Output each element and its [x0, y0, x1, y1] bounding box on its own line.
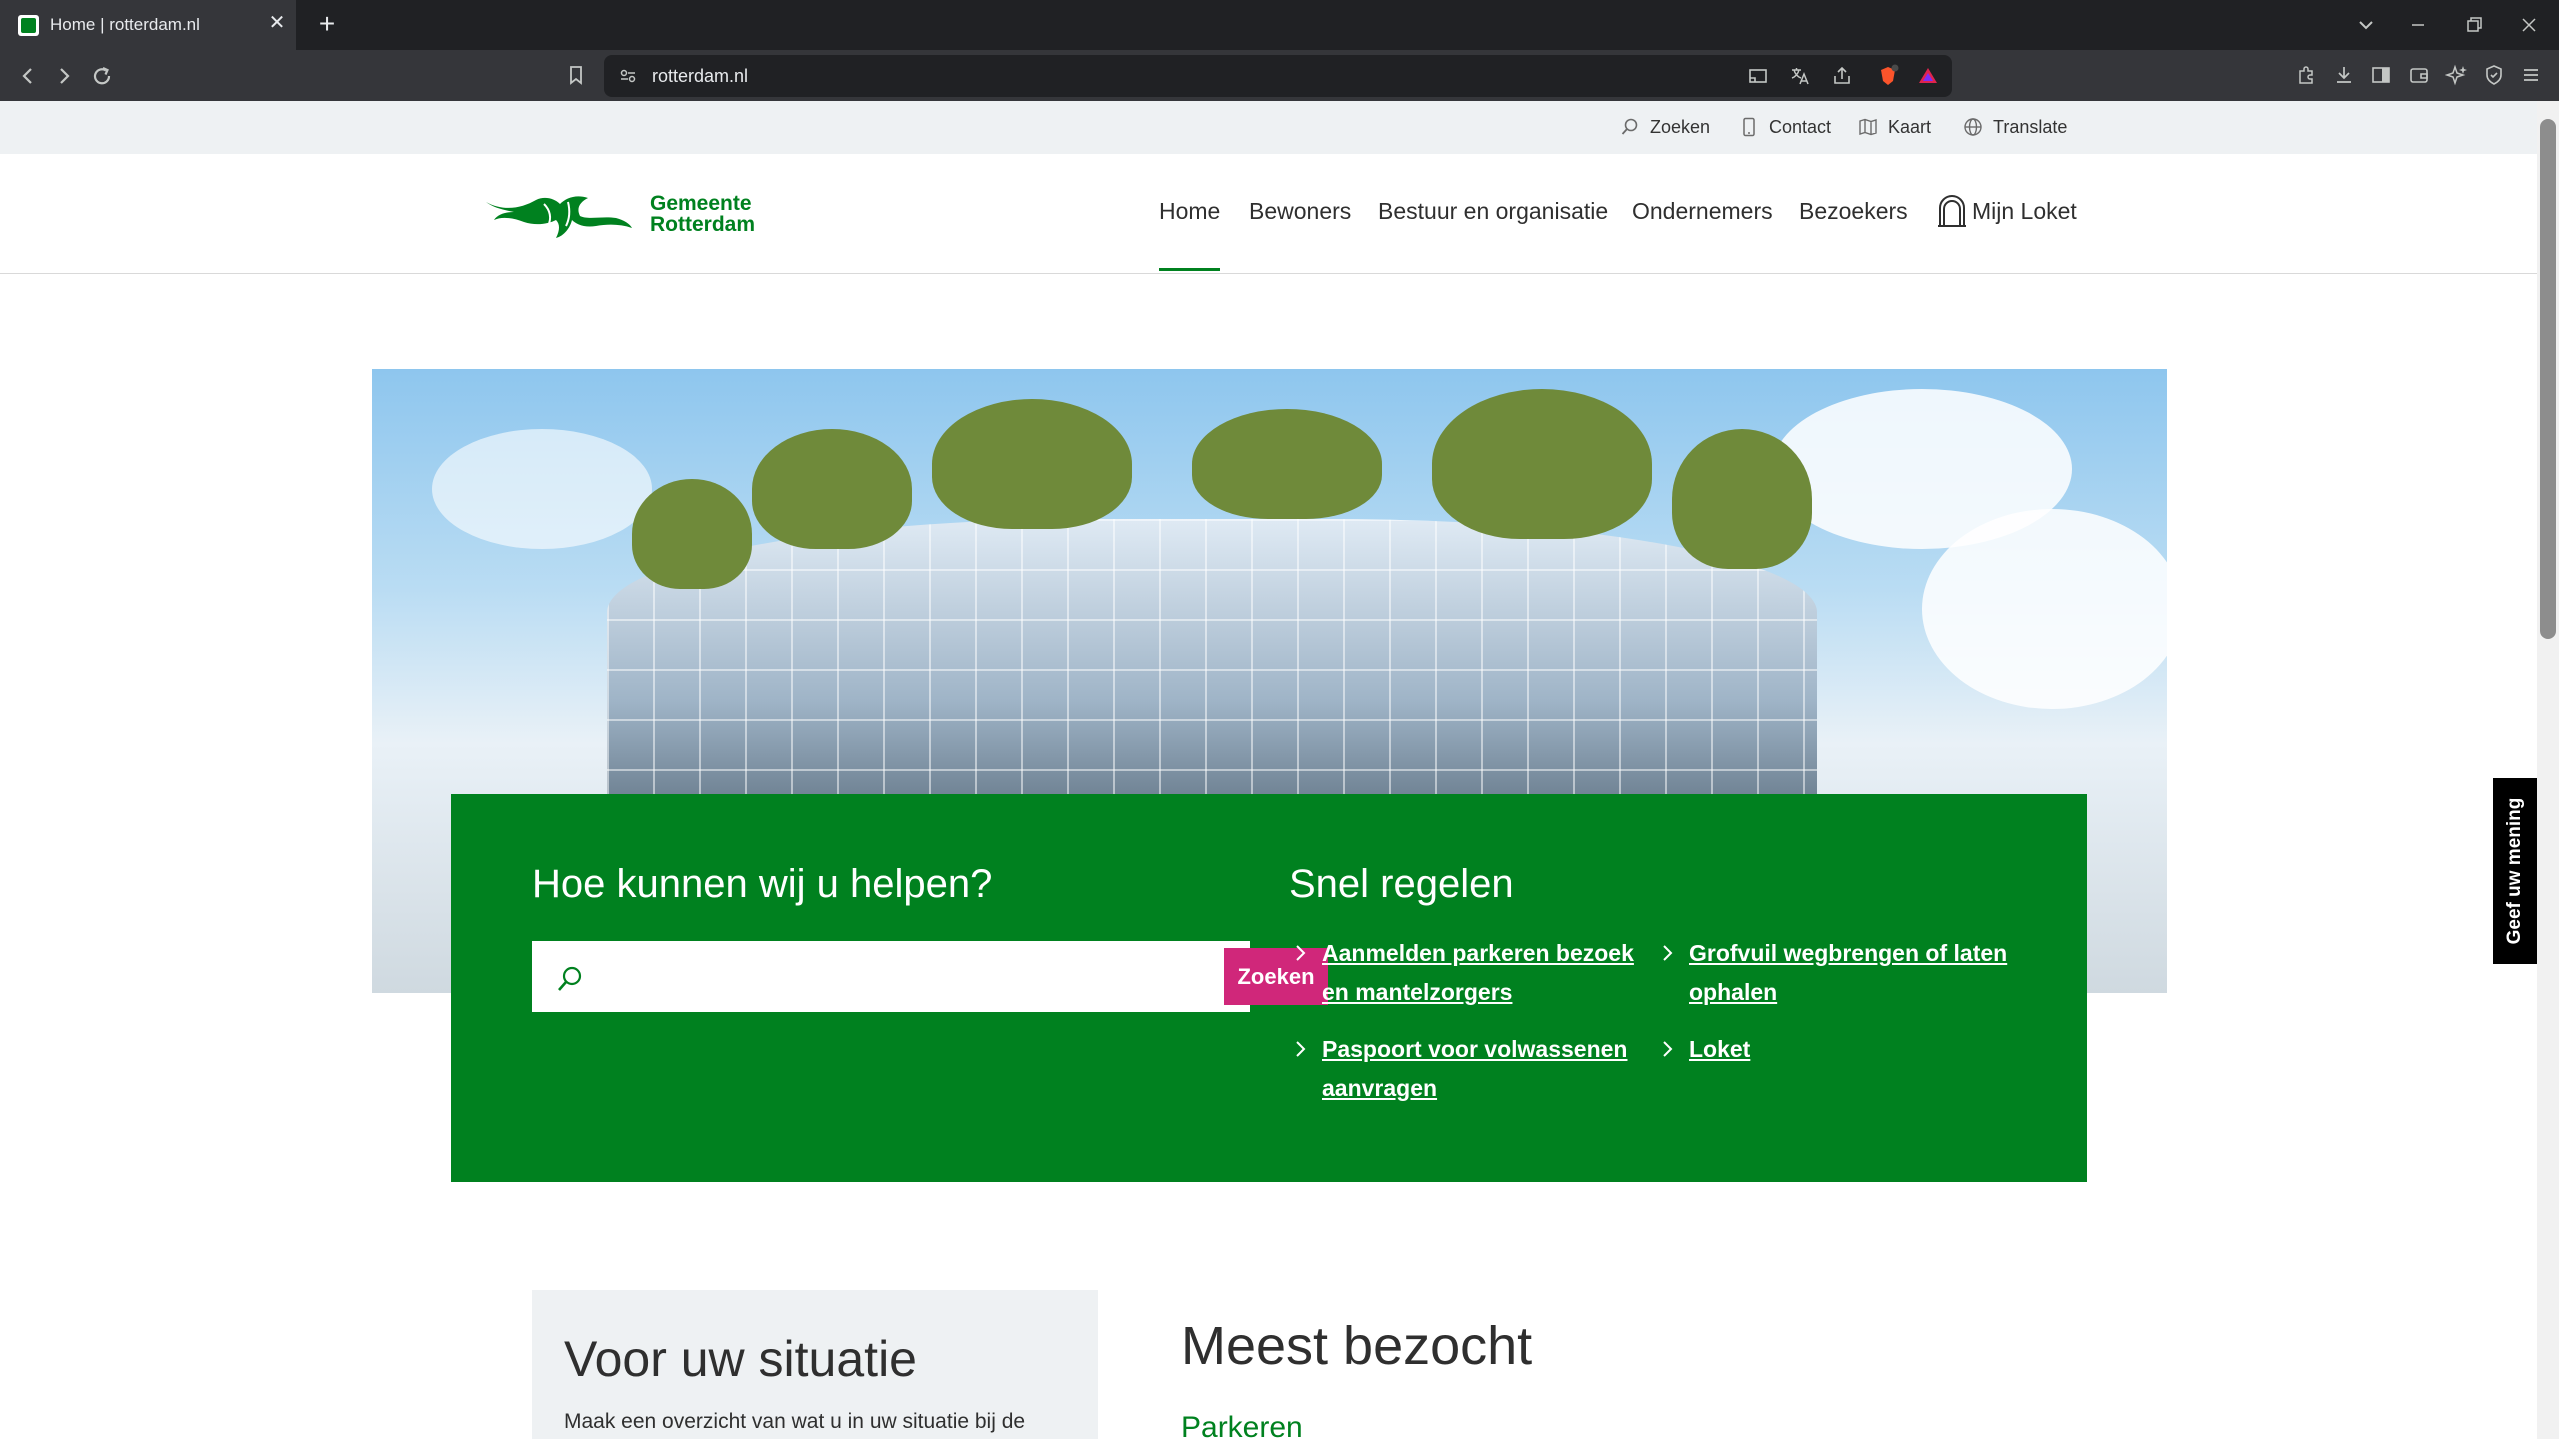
- nav-bezoekers[interactable]: Bezoekers: [1799, 198, 1908, 225]
- leo-ai-icon[interactable]: [2445, 63, 2469, 87]
- cast-icon[interactable]: [1746, 64, 1770, 88]
- site-search-input[interactable]: [602, 953, 1162, 1001]
- snel-regelen-heading: Snel regelen: [1289, 862, 1514, 906]
- browser-toolbar: rotterdam.nl: [0, 50, 2559, 101]
- search-panel: Hoe kunnen wij u helpen? Zoeken Snel reg…: [451, 794, 2087, 1182]
- forward-icon[interactable]: [46, 58, 82, 94]
- nav-home[interactable]: Home: [1159, 198, 1221, 271]
- logo-line-2: Rotterdam: [650, 213, 756, 236]
- tab-list-chevron-icon[interactable]: [2346, 8, 2386, 42]
- url-text: rotterdam.nl: [652, 66, 749, 86]
- utility-map-link[interactable]: Kaart: [1858, 116, 1931, 138]
- downloads-icon[interactable]: [2332, 63, 2356, 87]
- chevron-right-icon: [1290, 1039, 1310, 1059]
- quick-link-label: Grofvuil wegbrengen of laten ophalen: [1689, 940, 2008, 1005]
- situation-card: Voor uw situatie Maak een overzicht van …: [532, 1290, 1098, 1439]
- chevron-right-icon: [1657, 1039, 1677, 1059]
- minimize-window-icon[interactable]: [2398, 8, 2438, 42]
- chevron-right-icon: [1657, 943, 1677, 963]
- brave-rewards-icon[interactable]: [1916, 64, 1940, 88]
- site-header: Gemeente Rotterdam Home Bewoners Bestuur…: [0, 154, 2537, 274]
- restore-window-icon[interactable]: [2453, 8, 2493, 42]
- search-icon: [1620, 117, 1640, 137]
- utility-map-label: Kaart: [1888, 116, 1932, 137]
- utility-search-link[interactable]: Zoeken: [1620, 116, 1710, 138]
- quick-link-paspoort[interactable]: Paspoort voor volwassenen aanvragen: [1296, 1030, 1652, 1108]
- utility-bar: Zoeken Contact Kaart Translate: [0, 101, 2537, 154]
- vpn-shield-icon[interactable]: [2482, 63, 2506, 87]
- utility-translate-link[interactable]: Translate: [1963, 116, 2067, 138]
- feedback-label: Geef uw mening: [2504, 797, 2525, 945]
- phone-icon: [1739, 117, 1759, 137]
- situation-text: Maak een overzicht van wat u in uw situa…: [564, 1410, 1026, 1433]
- browser-tab-bar: Home | rotterdam.nl ✕ +: [0, 0, 2559, 50]
- quick-link-grofvuil[interactable]: Grofvuil wegbrengen of laten ophalen: [1663, 934, 2019, 1012]
- utility-contact-label: Contact: [1769, 116, 1832, 137]
- scrollbar-thumb[interactable]: [2540, 119, 2556, 639]
- quick-link-label: Paspoort voor volwassenen aanvragen: [1322, 1036, 1628, 1101]
- sidebar-icon[interactable]: [2369, 63, 2393, 87]
- situation-heading: Voor uw situatie: [564, 1331, 917, 1387]
- nav-bewoners[interactable]: Bewoners: [1249, 198, 1351, 225]
- quick-link-parkeren-bezoek[interactable]: Aanmelden parkeren bezoek en mantelzorge…: [1296, 934, 1652, 1012]
- reload-icon[interactable]: [84, 58, 120, 94]
- close-window-icon[interactable]: [2509, 8, 2549, 42]
- brave-shields-icon[interactable]: [1876, 64, 1900, 88]
- rotterdam-lion-logo-icon: [486, 196, 632, 238]
- search-icon: [554, 963, 586, 995]
- nav-ondernemers[interactable]: Ondernemers: [1632, 198, 1773, 225]
- help-heading: Hoe kunnen wij u helpen?: [532, 862, 993, 906]
- nav-bestuur-en-organisatie[interactable]: Bestuur en organisatie: [1378, 198, 1608, 225]
- browser-tab[interactable]: Home | rotterdam.nl ✕: [0, 0, 296, 50]
- globe-icon: [1963, 117, 1983, 137]
- search-submit-button[interactable]: Zoeken: [1224, 948, 1328, 1005]
- quick-link-loket[interactable]: Loket: [1663, 1030, 2019, 1069]
- loket-archway-icon: [1938, 195, 1966, 227]
- utility-translate-label: Translate: [1993, 116, 2068, 137]
- map-icon: [1858, 117, 1878, 137]
- chevron-right-icon: [1290, 943, 1310, 963]
- site-favicon-icon: [18, 15, 39, 36]
- utility-contact-link[interactable]: Contact: [1739, 116, 1831, 138]
- close-tab-icon[interactable]: ✕: [266, 12, 288, 34]
- web-page: Zoeken Contact Kaart Translate Gemeente …: [0, 101, 2537, 1439]
- share-icon[interactable]: [1830, 64, 1854, 88]
- logo-line-1: Gemeente: [650, 192, 752, 215]
- tab-title: Home | rotterdam.nl: [50, 15, 200, 34]
- wallet-icon[interactable]: [2407, 63, 2431, 87]
- back-icon[interactable]: [10, 58, 46, 94]
- feedback-tab[interactable]: Geef uw mening: [2493, 778, 2537, 964]
- most-visited-link-parkeren[interactable]: Parkeren: [1181, 1411, 1303, 1439]
- nav-mijn-loket-label: Mijn Loket: [1972, 198, 2077, 224]
- menu-icon[interactable]: [2519, 63, 2543, 87]
- new-tab-button[interactable]: +: [312, 9, 342, 39]
- nav-mijn-loket[interactable]: Mijn Loket: [1936, 195, 2077, 227]
- translate-page-icon[interactable]: [1788, 64, 1812, 88]
- most-visited-heading: Meest bezocht: [1181, 1316, 1533, 1376]
- page-scrollbar[interactable]: [2537, 101, 2559, 1439]
- bookmark-icon[interactable]: [564, 63, 588, 87]
- quick-link-label: Aanmelden parkeren bezoek en mantelzorge…: [1322, 940, 1634, 1005]
- address-bar[interactable]: rotterdam.nl: [604, 55, 1952, 97]
- gemeente-rotterdam-logo[interactable]: Gemeente Rotterdam: [484, 184, 774, 244]
- site-search-form: Zoeken: [532, 941, 1328, 1012]
- site-settings-icon[interactable]: [616, 64, 640, 88]
- extensions-icon[interactable]: [2294, 63, 2318, 87]
- quick-link-label: Loket: [1689, 1036, 1751, 1062]
- utility-search-label: Zoeken: [1650, 116, 1711, 137]
